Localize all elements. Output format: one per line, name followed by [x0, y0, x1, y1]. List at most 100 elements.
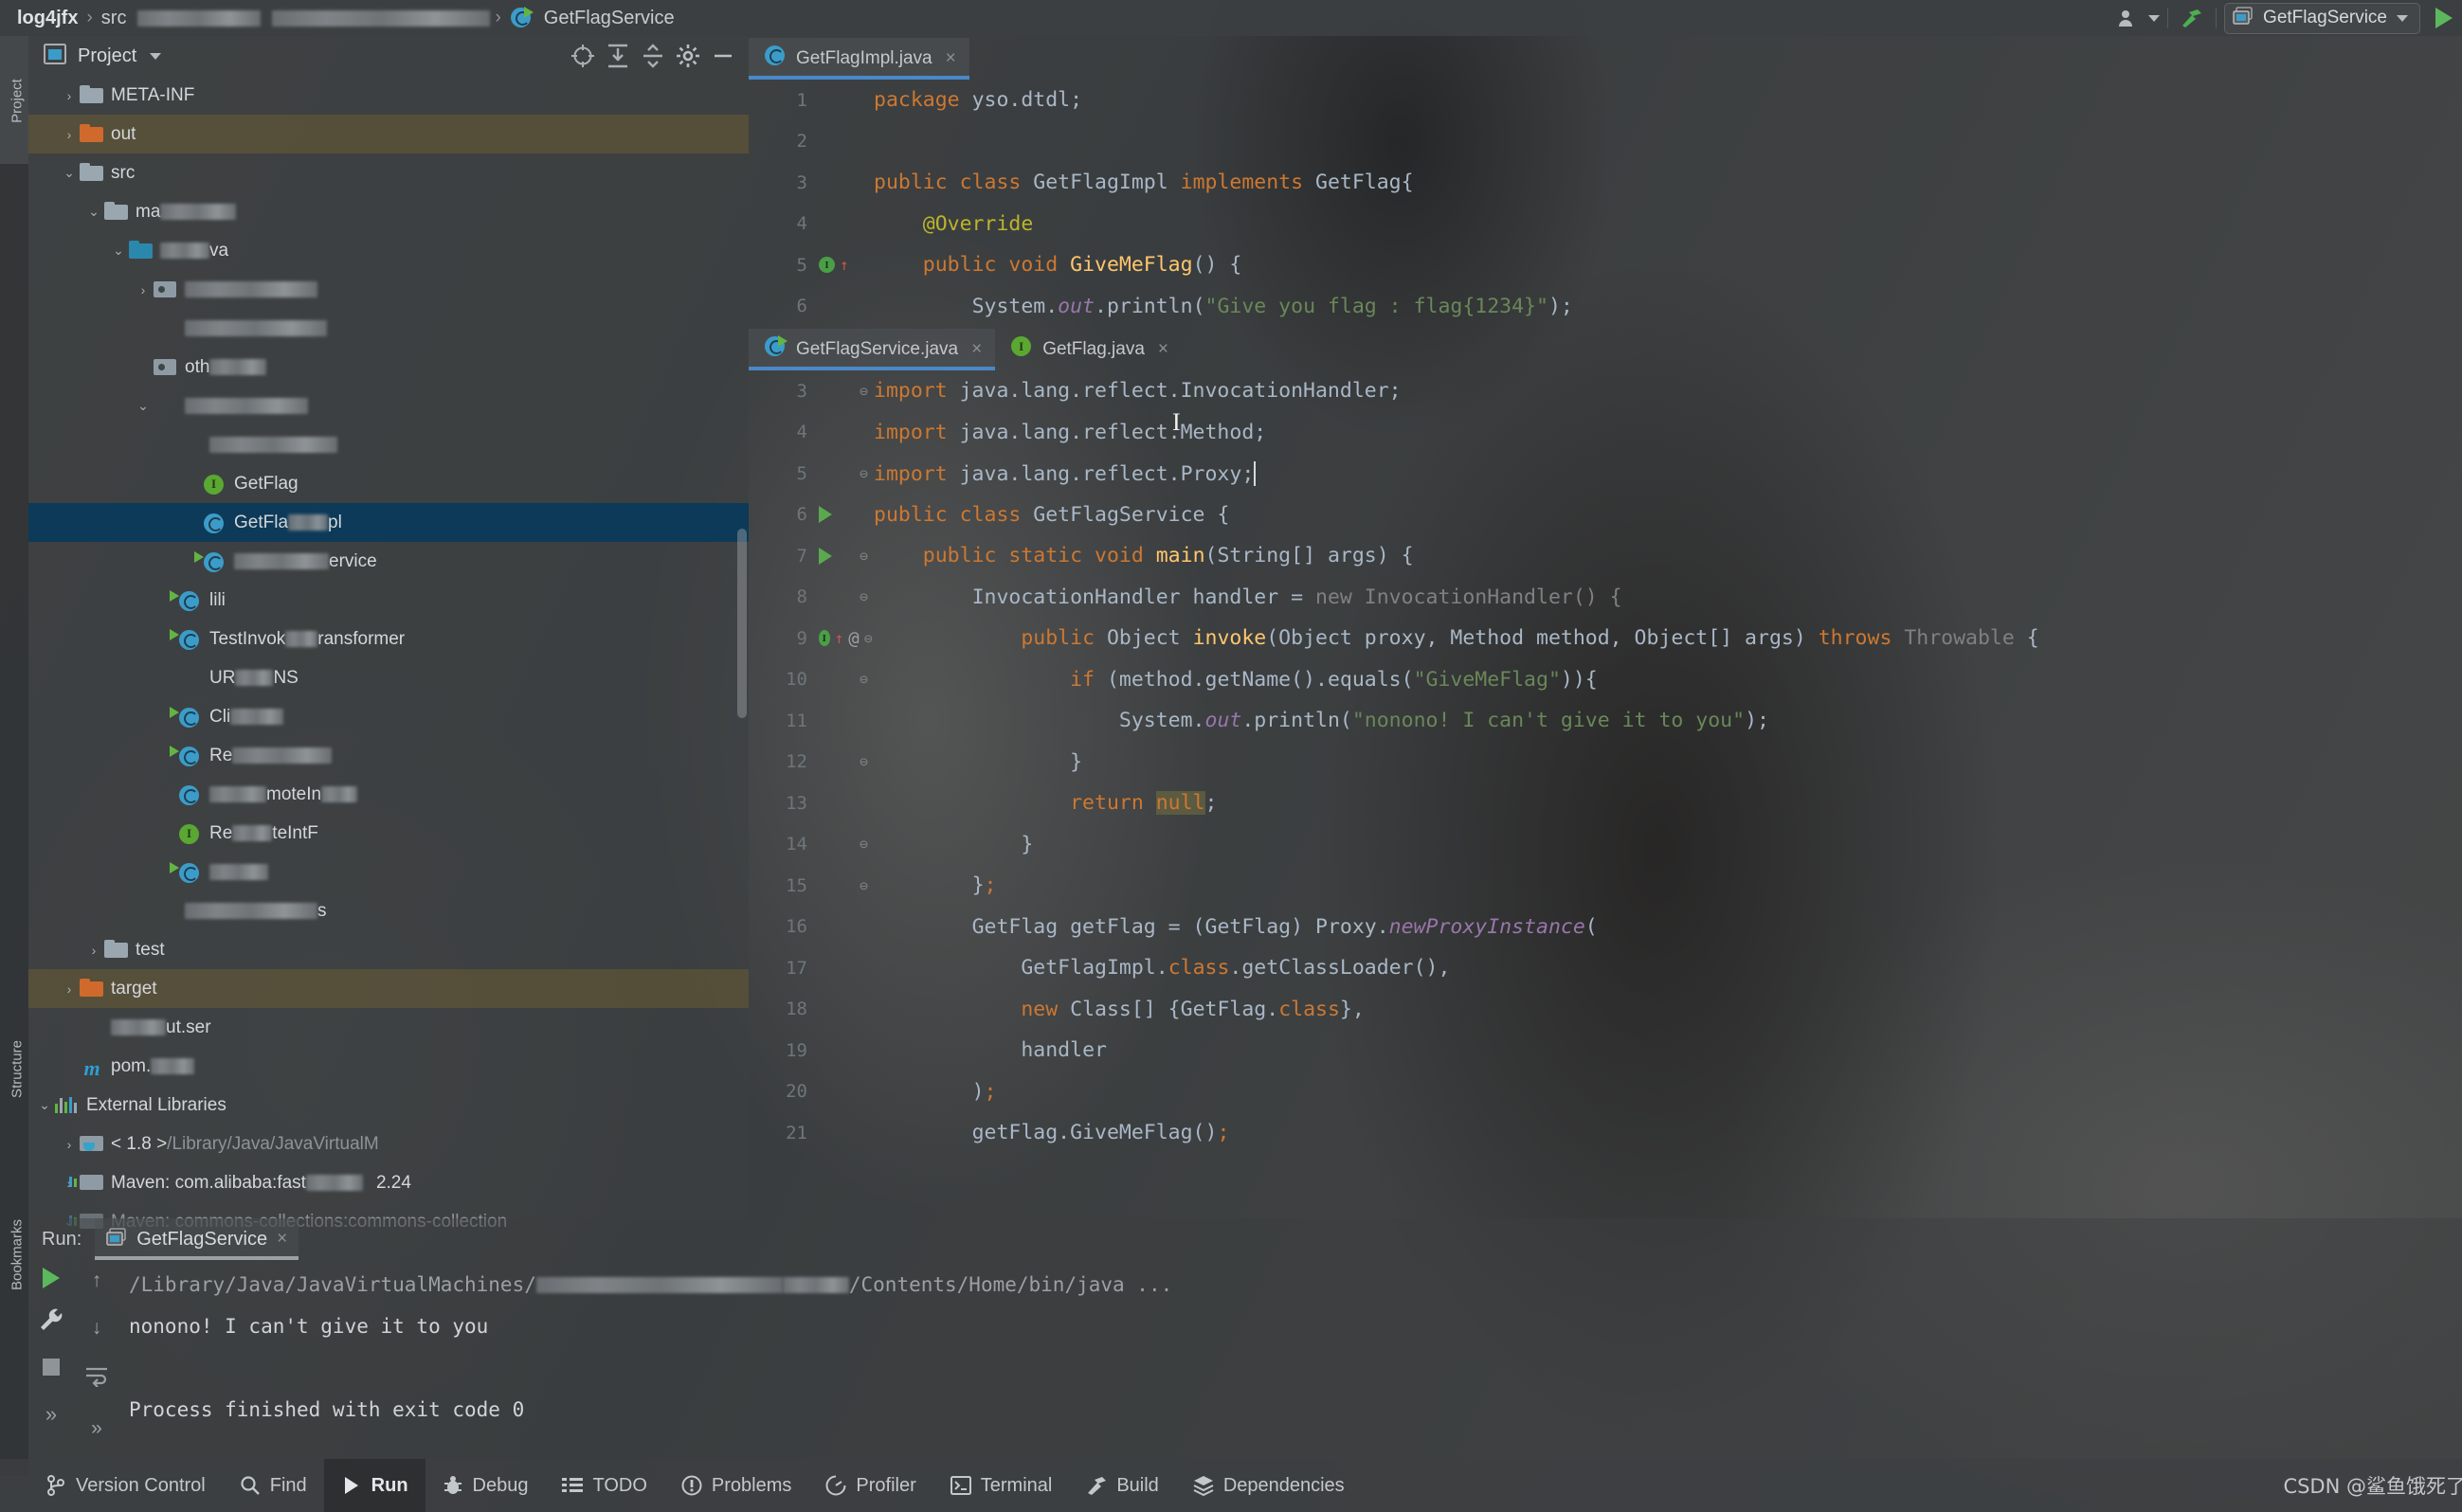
close-icon[interactable]: ×: [1158, 339, 1168, 360]
user-icon[interactable]: [2112, 4, 2145, 32]
code-line[interactable]: 3 ⊖ import java.lang.reflect.InvocationHan…: [749, 370, 2462, 412]
chevron-down-icon-2[interactable]: [2397, 14, 2408, 22]
run-gutter-icon[interactable]: [819, 506, 832, 524]
tree-row[interactable]: m pom.: [28, 1047, 749, 1086]
tree-row[interactable]: › META-INF: [28, 76, 749, 115]
code-line[interactable]: 12 ⊖ }: [749, 742, 2462, 783]
code-line[interactable]: 21 getFlag.GiveMeFlag();: [749, 1112, 2462, 1154]
tree-expander-icon[interactable]: ›: [133, 282, 154, 297]
code-line[interactable]: 18 new Class[] {GetFlag.class},: [749, 989, 2462, 1031]
code-line[interactable]: 2: [749, 121, 2462, 163]
fold-icon[interactable]: ⊖: [860, 836, 874, 853]
project-scrollbar[interactable]: [737, 529, 747, 718]
tree-row[interactable]: ⌄ src: [28, 153, 749, 192]
code-line[interactable]: 4 @Override: [749, 204, 2462, 245]
status-bar-item-profiler[interactable]: Profiler: [808, 1459, 932, 1512]
code-line[interactable]: 19 handler: [749, 1030, 2462, 1071]
tree-row[interactable]: [28, 309, 749, 348]
fold-icon[interactable]: ⊖: [860, 383, 874, 400]
status-bar-item-debug[interactable]: Debug: [425, 1459, 546, 1512]
fold-icon[interactable]: ⊖: [860, 588, 874, 605]
tree-row[interactable]: [28, 425, 749, 464]
soft-wrap-icon[interactable]: [84, 1364, 109, 1393]
sidebar-item-bookmarks[interactable]: Bookmarks: [0, 1163, 28, 1343]
code-line[interactable]: 1 package yso.dtdl;: [749, 80, 2462, 121]
tree-expander-icon[interactable]: ›: [83, 943, 104, 958]
gear-icon[interactable]: [672, 42, 704, 70]
code-line[interactable]: 13 return null;: [749, 783, 2462, 824]
fold-icon[interactable]: ⊖: [860, 877, 874, 894]
status-bar-item-problems[interactable]: Problems: [664, 1459, 808, 1512]
tree-row[interactable]: ›: [28, 270, 749, 309]
tree-row[interactable]: s: [28, 891, 749, 930]
more-icon[interactable]: »: [45, 1402, 57, 1427]
code-line[interactable]: 15 ⊖ };: [749, 865, 2462, 907]
tree-row[interactable]: I GetFlag: [28, 464, 749, 503]
breadcrumb-class[interactable]: GetFlagService: [540, 8, 679, 29]
tree-row[interactable]: ervice: [28, 542, 749, 581]
editor-main-code[interactable]: I 3 ⊖ import java.lang.reflect.InvocationH…: [749, 370, 2462, 1154]
code-line[interactable]: 14 ⊖ }: [749, 824, 2462, 866]
status-bar-item-run[interactable]: Run: [323, 1459, 425, 1512]
tree-expander-icon[interactable]: ⌄: [108, 243, 129, 259]
tree-row[interactable]: › target: [28, 969, 749, 1008]
tree-expander-icon[interactable]: ›: [59, 88, 80, 103]
tree-row[interactable]: Re: [28, 736, 749, 775]
run-console-output[interactable]: /Library/Java/JavaVirtualMachines/ /Conte…: [119, 1260, 2462, 1455]
tree-expander-icon[interactable]: ›: [59, 127, 80, 142]
close-icon[interactable]: ×: [946, 48, 956, 69]
run-configuration-selector[interactable]: GetFlagService: [2224, 2, 2420, 34]
fold-icon[interactable]: ⊖: [860, 753, 874, 770]
editor-tab[interactable]: GetFlagImpl.java ×: [749, 38, 969, 80]
project-tree[interactable]: › META-INF › out ⌄ src ⌄ ma ⌄ va › oth ⌄ I GetFlag GetF…: [28, 76, 749, 1241]
wrench-icon[interactable]: [39, 1307, 63, 1337]
code-line[interactable]: 6 public class GetFlagService {: [749, 495, 2462, 536]
editor-tab[interactable]: GetFlagService.java ×: [749, 329, 996, 370]
run-icon-side[interactable]: [43, 1268, 60, 1288]
tree-row[interactable]: › test: [28, 930, 749, 969]
tree-expander-icon[interactable]: ⌄: [34, 1097, 55, 1113]
code-line[interactable]: 8 ⊖ InvocationHandler handler = new Invoc…: [749, 577, 2462, 619]
code-line[interactable]: 17 GetFlagImpl.class.getClassLoader(),: [749, 947, 2462, 989]
collapse-all-icon[interactable]: [637, 42, 669, 70]
tree-row[interactable]: ut.ser: [28, 1008, 749, 1047]
locate-icon[interactable]: [567, 42, 599, 70]
fold-icon[interactable]: ⊖: [864, 630, 874, 647]
code-line[interactable]: 16 GetFlag getFlag = (GetFlag) Proxy.new…: [749, 907, 2462, 948]
tree-row[interactable]: oth: [28, 348, 749, 387]
code-line[interactable]: 20 );: [749, 1071, 2462, 1113]
status-bar-item-build[interactable]: Build: [1069, 1459, 1175, 1512]
breadcrumb-src[interactable]: src: [98, 8, 131, 29]
editor-tab[interactable]: I GetFlag.java ×: [995, 329, 1182, 370]
chevron-down-icon-project[interactable]: [150, 52, 162, 60]
status-bar-item-version-control[interactable]: Version Control: [28, 1459, 223, 1512]
tree-expander-icon[interactable]: ›: [59, 1137, 80, 1152]
tree-row[interactable]: ⌄ External Libraries: [28, 1086, 749, 1125]
run-triangle-icon[interactable]: [2435, 8, 2453, 28]
tree-row[interactable]: ⌄ ma: [28, 192, 749, 231]
fold-icon[interactable]: ⊖: [860, 465, 874, 482]
close-icon[interactable]: ×: [971, 339, 982, 360]
code-line[interactable]: 9 I ↑ @ ⊖ public Object invoke(Object proxy,…: [749, 618, 2462, 659]
status-bar-item-dependencies[interactable]: Dependencies: [1176, 1459, 1362, 1512]
tree-expander-icon[interactable]: ›: [59, 981, 80, 997]
sidebar-item-project[interactable]: Project: [0, 36, 28, 164]
tree-expander-icon[interactable]: ⌄: [83, 204, 104, 220]
tree-row[interactable]: TestInvok ransformer: [28, 620, 749, 658]
expand-all-icon[interactable]: [602, 42, 634, 70]
editor-top-code[interactable]: 1 package yso.dtdl; 2 3 public class GetFlag…: [749, 80, 2462, 327]
tree-row[interactable]: ⌄ va: [28, 231, 749, 270]
tree-row[interactable]: GetFla pl: [28, 503, 749, 542]
tree-row[interactable]: ›Maven: com.alibaba:fast2.24: [28, 1163, 749, 1202]
code-line[interactable]: 5 ⊖ import java.lang.reflect.Proxy;: [749, 453, 2462, 495]
code-line[interactable]: 7 ⊖ public static void main(String[] args…: [749, 535, 2462, 577]
fold-icon[interactable]: ⊖: [860, 671, 874, 688]
implementing-method-icon[interactable]: I: [819, 630, 830, 647]
tree-row[interactable]: › out: [28, 115, 749, 153]
tree-row[interactable]: I Re teIntF: [28, 814, 749, 853]
code-line[interactable]: 5 I ↑ public void GiveMeFlag() {: [749, 244, 2462, 286]
code-line[interactable]: 6 System.out.println("Give you flag : fl…: [749, 286, 2462, 328]
more-icon-2[interactable]: »: [91, 1417, 102, 1440]
code-line[interactable]: 4 import java.lang.reflect.Method;: [749, 412, 2462, 454]
code-line[interactable]: 11 System.out.println("nonono! I can't g…: [749, 700, 2462, 742]
